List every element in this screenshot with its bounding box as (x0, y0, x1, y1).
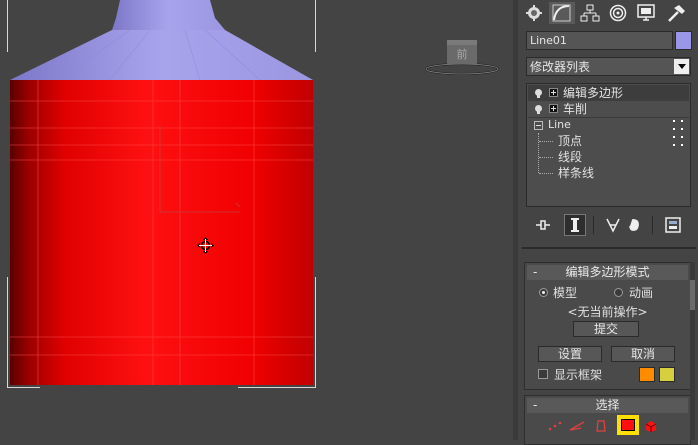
collapse-icon[interactable] (534, 121, 543, 130)
scrollbar-thumb[interactable] (690, 280, 695, 310)
subitem-label: 顶点 (558, 134, 583, 148)
stack-subitem-segment[interactable]: 线段 (528, 149, 689, 165)
element-icon (645, 421, 657, 432)
cancel-button[interactable]: 取消 (611, 346, 675, 362)
lightbulb-icon[interactable] (535, 89, 542, 98)
subitem-label: 线段 (558, 150, 583, 164)
polygon-icon (621, 419, 635, 431)
hierarchy-icon (580, 4, 600, 22)
rollout-header[interactable]: - 选择 (527, 398, 688, 413)
tab-motion[interactable] (605, 2, 631, 24)
chevron-down-icon (674, 59, 689, 74)
pin-stack-button[interactable] (532, 214, 554, 236)
panel-separator (522, 247, 696, 249)
cage-color-swatch[interactable] (639, 367, 655, 382)
perspective-viewport[interactable]: 前 (0, 0, 518, 440)
rollout-header[interactable]: - 编辑多边形模式 (527, 265, 688, 280)
remove-modifier-button[interactable] (624, 214, 646, 236)
animate-label: 动画 (629, 286, 654, 300)
element-mode-button[interactable] (642, 417, 660, 435)
tab-hierarchy[interactable] (577, 2, 603, 24)
command-panel: Line01 修改器列表 编辑多边形 车削 Line 顶点 线段 样条线 - 编… (518, 0, 698, 445)
vertex-dots-icon (673, 136, 683, 146)
display-icon (637, 4, 655, 21)
utilities-icon (668, 5, 685, 22)
border-mode-button[interactable] (592, 417, 610, 435)
stack-item-line[interactable]: Line (528, 117, 689, 133)
object-color-swatch[interactable] (675, 31, 692, 50)
make-unique-icon (606, 218, 620, 233)
create-icon (526, 5, 542, 21)
stack-toolbar (518, 210, 698, 240)
tab-modify[interactable] (549, 2, 575, 24)
remove-modifier-icon (629, 219, 639, 231)
tab-display[interactable] (633, 2, 659, 24)
rollout-title: 编辑多边形模式 (565, 265, 650, 279)
show-end-result-button[interactable] (564, 214, 586, 236)
make-unique-button[interactable] (602, 214, 624, 236)
collapse-icon: - (533, 398, 538, 412)
expand-icon[interactable] (549, 104, 558, 113)
collapse-icon: - (533, 265, 538, 279)
tab-create[interactable] (521, 2, 547, 24)
expand-icon[interactable] (549, 88, 558, 97)
settings-button[interactable]: 设置 (538, 346, 602, 362)
vertex-icon (548, 421, 562, 431)
stack-subitem-spline[interactable]: 样条线 (528, 165, 689, 181)
motion-icon (609, 4, 627, 22)
configure-modifier-sets-button[interactable] (662, 214, 684, 236)
subitem-label: 样条线 (558, 166, 595, 180)
stack-item-edit-poly[interactable]: 编辑多边形 (528, 85, 689, 101)
edge-mode-button[interactable] (568, 417, 586, 435)
pin-icon (536, 220, 550, 230)
polygon-mode-button[interactable] (617, 415, 639, 435)
cage-selected-color-swatch[interactable] (659, 367, 675, 382)
stack-item-label: 编辑多边形 (563, 86, 624, 100)
tab-utilities[interactable] (663, 2, 689, 24)
stack-item-lathe[interactable]: 车削 (528, 101, 689, 117)
rollout-title: 选择 (595, 398, 620, 412)
lightbulb-icon[interactable] (535, 105, 542, 114)
model-radio[interactable] (539, 288, 548, 297)
stack-subitem-vertex[interactable]: 顶点 (528, 133, 689, 149)
modify-icon (552, 4, 571, 22)
move-cursor-icon (197, 237, 214, 254)
modifier-list-dropdown[interactable]: 修改器列表 (526, 57, 691, 76)
modifier-list-label: 修改器列表 (530, 60, 591, 74)
stack-item-label: 车削 (563, 102, 588, 116)
object-name-field[interactable]: Line01 (526, 31, 673, 50)
configure-icon (665, 217, 681, 233)
object-cone (10, 30, 313, 80)
modifier-stack[interactable]: 编辑多边形 车削 Line 顶点 线段 样条线 (526, 83, 691, 207)
border-icon (596, 420, 606, 432)
viewcube-face-label: 前 (456, 48, 468, 61)
panel-scrollbar[interactable] (690, 262, 695, 440)
commit-button[interactable]: 提交 (573, 321, 639, 337)
animate-radio[interactable] (614, 288, 623, 297)
stack-item-label: Line (548, 118, 571, 131)
object-neck (112, 0, 225, 30)
show-cage-checkbox[interactable] (538, 369, 548, 379)
end-result-icon (571, 218, 579, 232)
current-operation-label: <无当前操作> (567, 305, 648, 319)
show-cage-label: 显示框架 (554, 368, 603, 382)
vertex-dots-icon (673, 120, 683, 130)
model-label: 模型 (553, 286, 578, 300)
edge-icon (569, 421, 585, 431)
vertex-mode-button[interactable] (546, 417, 564, 435)
edit-poly-mode-rollout: - 编辑多边形模式 模型 动画 <无当前操作> 提交 设置 取消 显示框架 (524, 262, 691, 390)
object-body (10, 80, 313, 385)
